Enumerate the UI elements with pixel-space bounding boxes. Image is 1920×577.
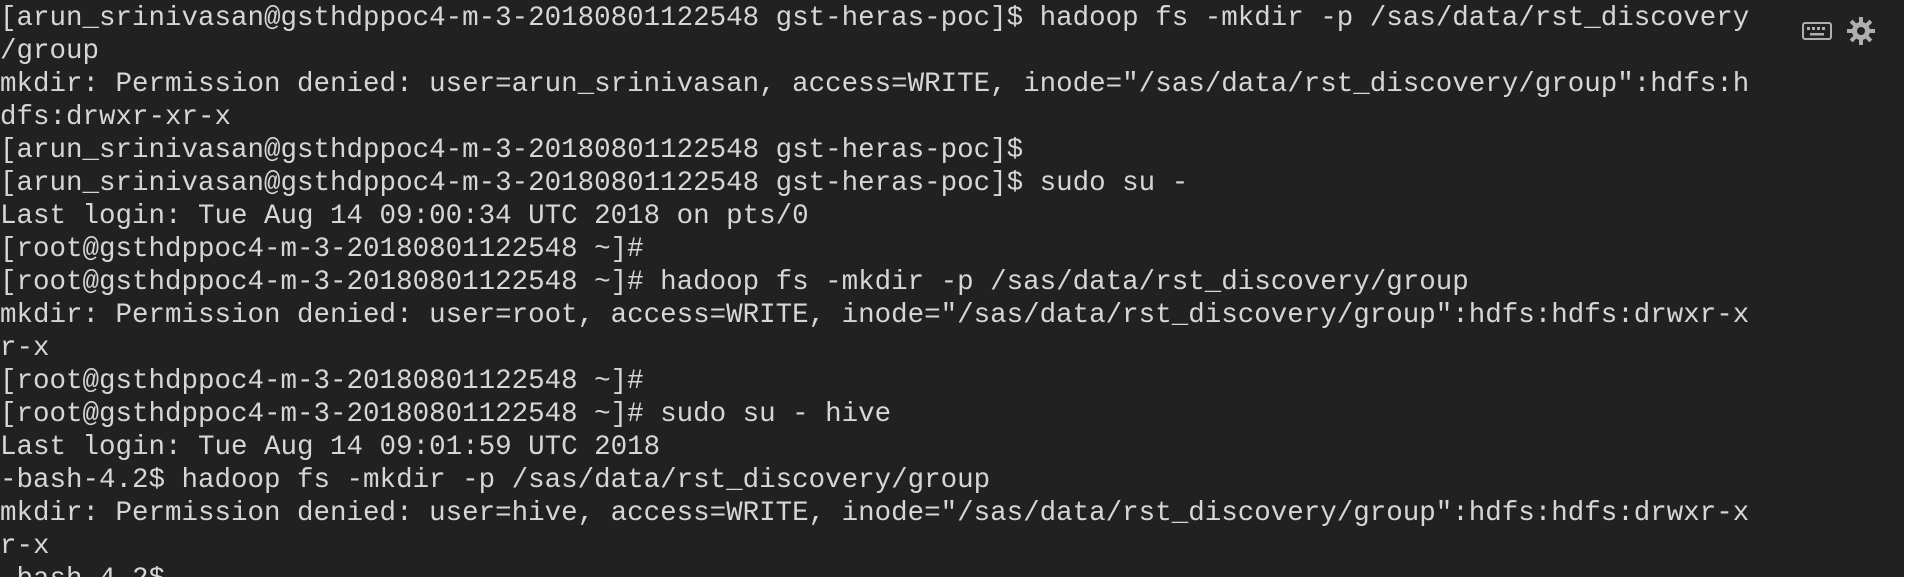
terminal-prompt-line[interactable]: -bash-4.2$ bbox=[0, 563, 1904, 577]
terminal-line: r-x bbox=[0, 333, 50, 364]
terminal-line: [root@gsthdppoc4-m-3-20180801122548 ~]# … bbox=[0, 267, 1469, 298]
terminal-window[interactable]: [arun_srinivasan@gsthdppoc4-m-3-20180801… bbox=[0, 0, 1904, 577]
terminal-line: Last login: Tue Aug 14 09:00:34 UTC 2018… bbox=[0, 201, 809, 232]
terminal-line: dfs:drwxr-xr-x bbox=[0, 102, 232, 133]
terminal-toolbar bbox=[1800, 14, 1878, 48]
terminal-line: [arun_srinivasan@gsthdppoc4-m-3-20180801… bbox=[0, 135, 1024, 166]
terminal-line: [arun_srinivasan@gsthdppoc4-m-3-20180801… bbox=[0, 168, 1189, 199]
terminal-line: -bash-4.2$ hadoop fs -mkdir -p /sas/data… bbox=[0, 465, 991, 496]
page-scrollbar[interactable] bbox=[1904, 0, 1920, 577]
terminal-output[interactable]: [arun_srinivasan@gsthdppoc4-m-3-20180801… bbox=[0, 0, 1904, 577]
keyboard-icon[interactable] bbox=[1800, 14, 1834, 48]
terminal-line: mkdir: Permission denied: user=hive, acc… bbox=[0, 498, 1750, 529]
terminal-line: [root@gsthdppoc4-m-3-20180801122548 ~]# bbox=[0, 234, 644, 265]
terminal-line: [arun_srinivasan@gsthdppoc4-m-3-20180801… bbox=[0, 3, 1750, 34]
terminal-line: /group bbox=[0, 36, 100, 67]
terminal-line: mkdir: Permission denied: user=root, acc… bbox=[0, 300, 1750, 331]
terminal-line: [root@gsthdppoc4-m-3-20180801122548 ~]# bbox=[0, 366, 644, 397]
terminal-line: r-x bbox=[0, 531, 50, 562]
terminal-line: Last login: Tue Aug 14 09:01:59 UTC 2018 bbox=[0, 432, 661, 463]
terminal-line: mkdir: Permission denied: user=arun_srin… bbox=[0, 69, 1750, 100]
terminal-line: [root@gsthdppoc4-m-3-20180801122548 ~]# … bbox=[0, 399, 892, 430]
gear-icon[interactable] bbox=[1844, 14, 1878, 48]
